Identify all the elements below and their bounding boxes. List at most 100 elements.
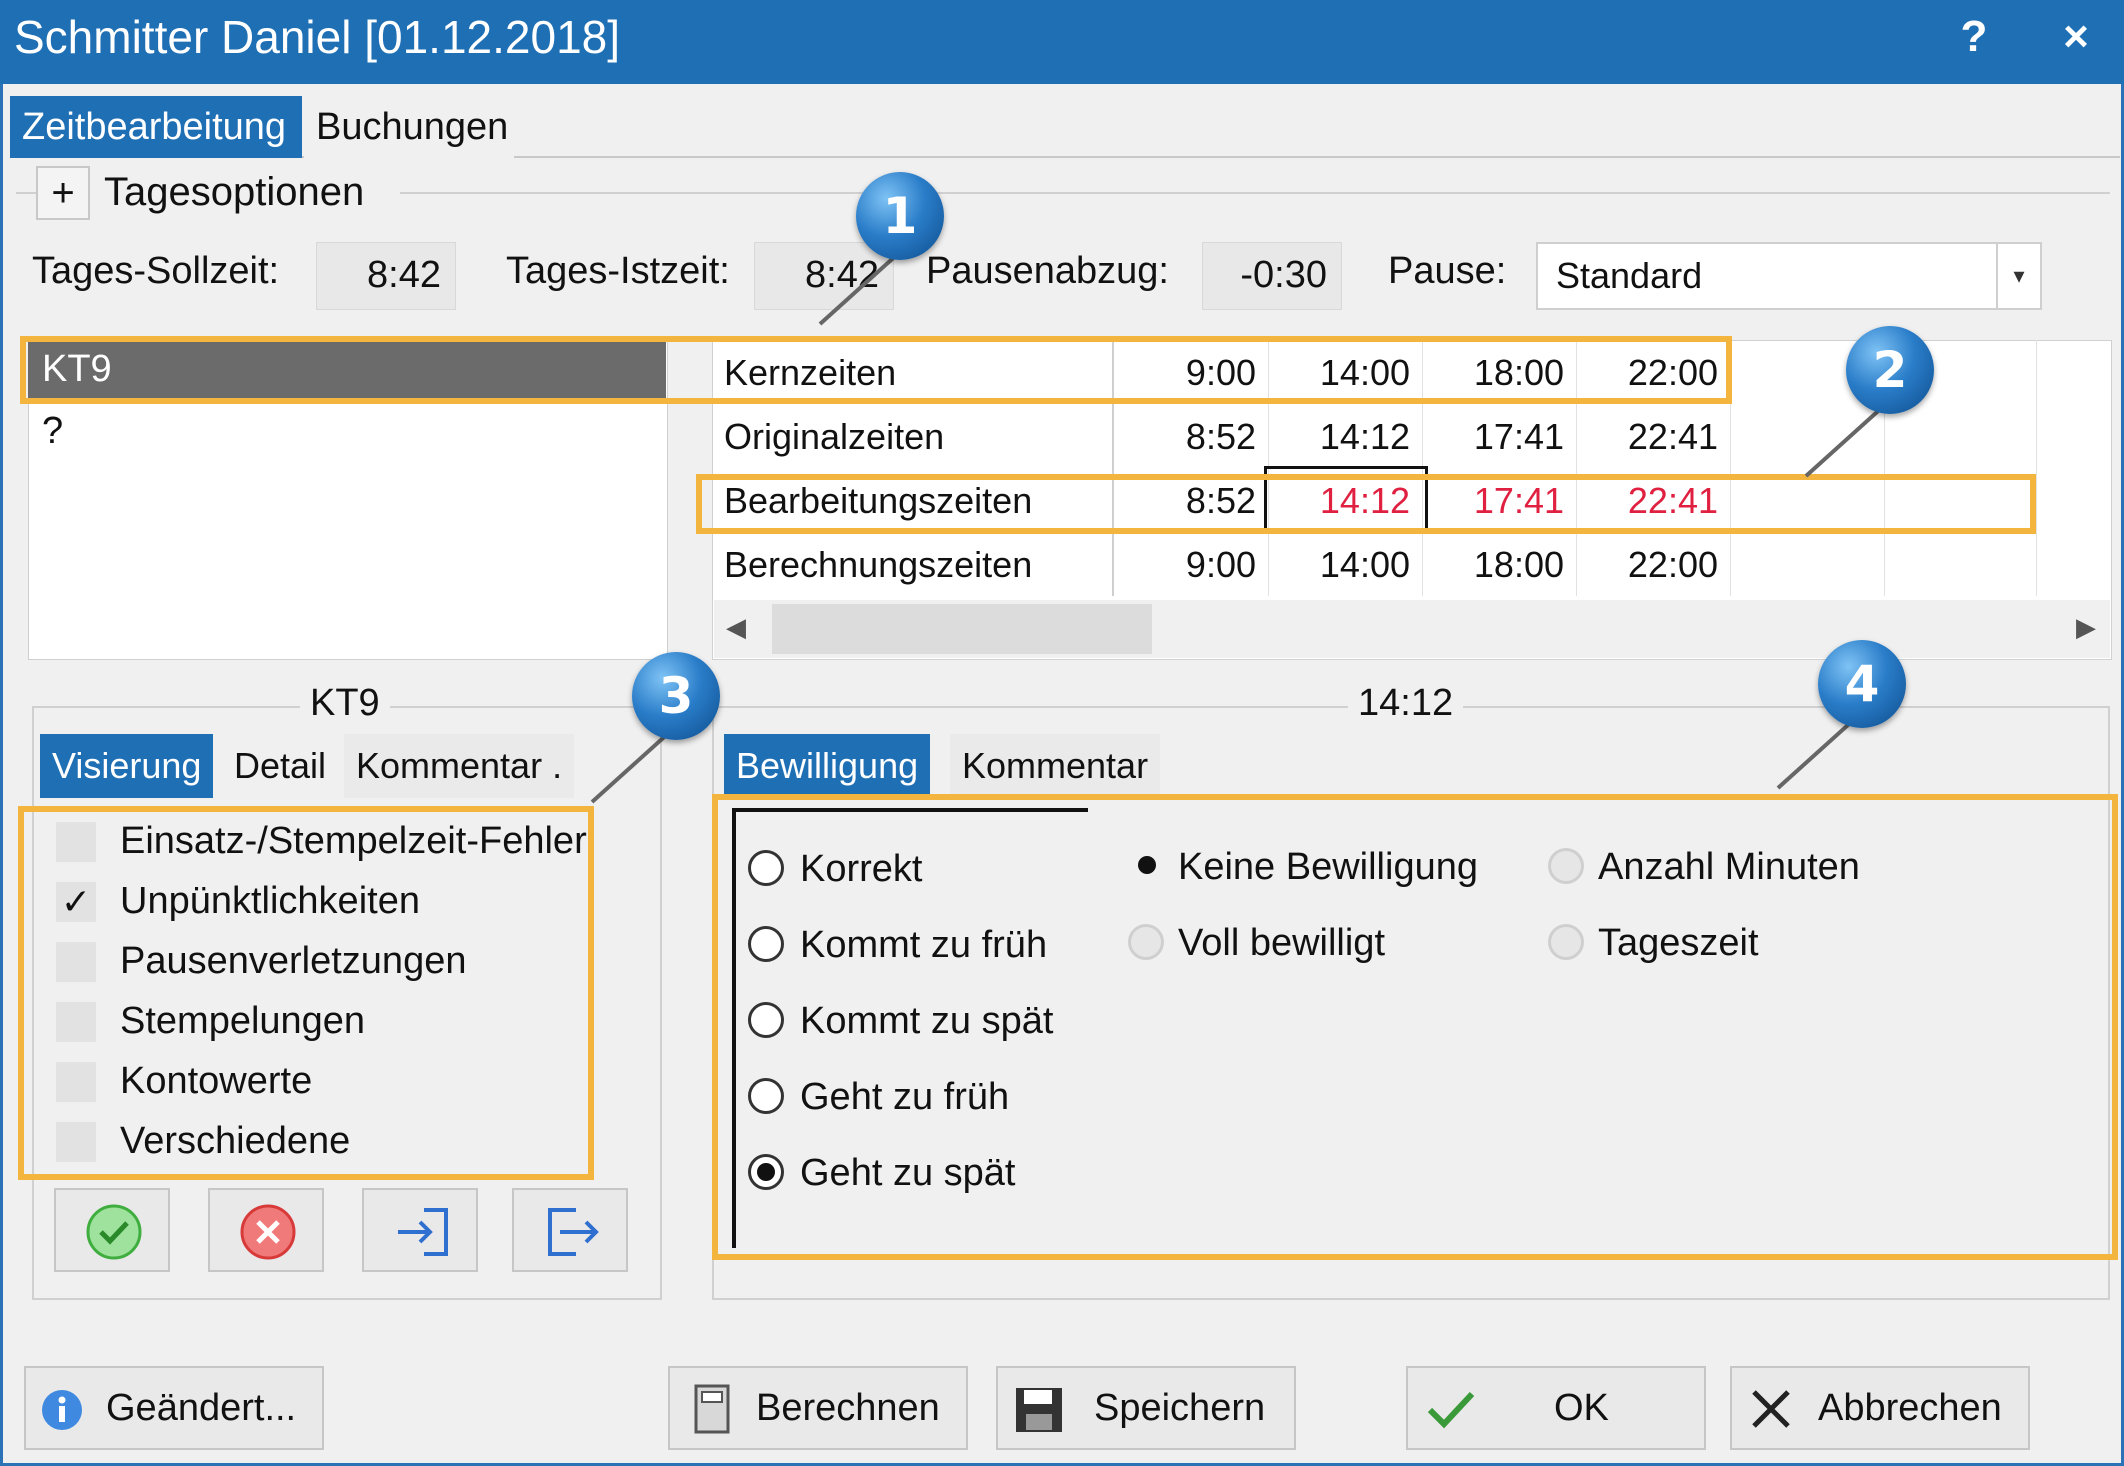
check-circle-icon bbox=[86, 1204, 142, 1260]
accept-button[interactable] bbox=[54, 1188, 170, 1272]
radio-kommt-zu-spaet[interactable] bbox=[748, 1002, 784, 1038]
checkbox-label: Stempelungen bbox=[120, 1000, 366, 1042]
checkbox-verschiedene[interactable] bbox=[56, 1122, 96, 1162]
berechnen-button[interactable]: Berechnen bbox=[668, 1366, 968, 1450]
kt9-group-title: KT9 bbox=[300, 682, 390, 725]
reject-button[interactable] bbox=[208, 1188, 324, 1272]
callout-badge-2: 2 bbox=[1846, 326, 1934, 414]
speichern-label: Speichern bbox=[1094, 1387, 1266, 1429]
radio-selected-dot bbox=[1138, 856, 1156, 874]
expand-toggle-button[interactable]: + bbox=[36, 166, 90, 220]
pause-label: Pause: bbox=[1388, 250, 1507, 292]
radio-geht-zu-frueh[interactable] bbox=[748, 1078, 784, 1114]
abbrechen-button[interactable]: Abbrechen bbox=[1730, 1366, 2030, 1450]
pausenabzug-label: Pausenabzug: bbox=[926, 250, 1169, 292]
checkbox-einsatz[interactable] bbox=[56, 822, 96, 862]
scroll-right-icon[interactable]: ▶ bbox=[2076, 612, 2096, 643]
arrow-into-box-icon bbox=[398, 1208, 448, 1256]
radio-label: Kommt zu spät bbox=[800, 1000, 1054, 1042]
radio-label: Anzahl Minuten bbox=[1598, 846, 1860, 888]
grid-cell[interactable]: 14:00 bbox=[1290, 534, 1410, 596]
tab-buchungen[interactable]: Buchungen bbox=[304, 96, 514, 158]
callout-badge-4: 4 bbox=[1818, 640, 1906, 728]
radio-label: Geht zu spät bbox=[800, 1152, 1016, 1194]
radio-voll-bewilligt[interactable] bbox=[1128, 924, 1164, 960]
checkmark-icon bbox=[1427, 1391, 1475, 1429]
soll-label: Tages-Sollzeit: bbox=[32, 250, 280, 292]
callout-badge-1: 1 bbox=[856, 172, 944, 260]
radio-anzahl-minuten[interactable] bbox=[1548, 848, 1584, 884]
radio-korrekt[interactable] bbox=[748, 850, 784, 886]
cross-icon bbox=[1752, 1390, 1790, 1428]
save-icon bbox=[1016, 1388, 1062, 1432]
soll-field: 8:42 bbox=[316, 242, 456, 310]
ist-label: Tages-Istzeit: bbox=[506, 250, 730, 292]
group-line bbox=[400, 192, 2110, 194]
ok-button[interactable]: OK bbox=[1406, 1366, 1706, 1450]
help-button[interactable]: ? bbox=[1944, 12, 2004, 62]
checkbox-unpuenktlichkeiten[interactable]: ✓ bbox=[56, 882, 96, 922]
radio-label: Voll bewilligt bbox=[1178, 922, 1385, 964]
checkbox-pausenverletzungen[interactable] bbox=[56, 942, 96, 982]
checkbox-label: Einsatz-/Stempelzeit-Fehler bbox=[120, 820, 587, 862]
tab-kommentar-left[interactable]: Kommentar . bbox=[344, 734, 575, 798]
radio-keine-bewilligung[interactable] bbox=[1132, 850, 1168, 886]
grid-cell[interactable]: 22:00 bbox=[1598, 534, 1718, 596]
grid-row-label: Originalzeiten bbox=[724, 416, 945, 457]
radio-kommt-zu-frueh[interactable] bbox=[748, 926, 784, 962]
radio-selected-dot bbox=[757, 1163, 775, 1181]
callout-badge-3: 3 bbox=[632, 652, 720, 740]
grid-cell[interactable]: 18:00 bbox=[1444, 534, 1564, 596]
tab-visierung[interactable]: Visierung bbox=[40, 734, 214, 798]
pause-select[interactable]: Standard ▾ bbox=[1536, 242, 2042, 310]
tagesoptionen-label: Tagesoptionen bbox=[104, 170, 365, 214]
list-item-label: ? bbox=[42, 410, 64, 452]
import-button[interactable] bbox=[362, 1188, 478, 1272]
close-button[interactable]: × bbox=[2046, 12, 2106, 62]
checkbox-kontowerte[interactable] bbox=[56, 1062, 96, 1102]
highlight-frame-1 bbox=[20, 336, 1732, 404]
radio-label: Keine Bewilligung bbox=[1178, 846, 1478, 888]
radio-label: Kommt zu früh bbox=[800, 924, 1048, 966]
export-button[interactable] bbox=[512, 1188, 628, 1272]
radio-label: Korrekt bbox=[800, 848, 923, 890]
grid-cell[interactable]: 17:41 bbox=[1444, 406, 1564, 468]
tab-bewilligung[interactable]: Bewilligung bbox=[724, 734, 931, 798]
radio-label: Tageszeit bbox=[1598, 922, 1759, 964]
tab-zeitbearbeitung[interactable]: Zeitbearbeitung bbox=[10, 96, 302, 158]
pausenabzug-field: -0:30 bbox=[1202, 242, 1342, 310]
scroll-left-icon[interactable]: ◀ bbox=[726, 612, 746, 643]
time-group-title: 14:12 bbox=[1348, 682, 1464, 725]
radio-label: Geht zu früh bbox=[800, 1076, 1010, 1118]
checkbox-label: Verschiedene bbox=[120, 1120, 351, 1162]
pause-select-value: Standard bbox=[1556, 255, 1703, 296]
speichern-button[interactable]: Speichern bbox=[996, 1366, 1296, 1450]
grid-cell[interactable]: 9:00 bbox=[1140, 534, 1256, 596]
grid-row-label: Berechnungszeiten bbox=[724, 544, 1033, 585]
abbrechen-label: Abbrechen bbox=[1818, 1387, 2002, 1429]
arrow-out-of-box-icon bbox=[548, 1208, 599, 1256]
chevron-down-icon[interactable]: ▾ bbox=[1996, 244, 2040, 308]
error-circle-icon bbox=[240, 1204, 296, 1260]
window-title: Schmitter Daniel [01.12.2018] bbox=[14, 11, 621, 63]
checkbox-label: Kontowerte bbox=[120, 1060, 313, 1102]
grid-cell[interactable]: 14:12 bbox=[1290, 406, 1410, 468]
geaendert-label: Geändert... bbox=[106, 1387, 297, 1429]
berechnen-label: Berechnen bbox=[756, 1387, 940, 1429]
grid-divider bbox=[2036, 340, 2037, 596]
highlight-frame-2 bbox=[696, 474, 2036, 534]
checkbox-label: Pausenverletzungen bbox=[120, 940, 467, 982]
grid-cell[interactable]: 22:41 bbox=[1598, 406, 1718, 468]
ok-label: OK bbox=[1554, 1387, 1609, 1429]
scroll-thumb[interactable] bbox=[772, 604, 1152, 654]
info-icon bbox=[42, 1390, 82, 1430]
checkbox-label: Unpünktlichkeiten bbox=[120, 880, 420, 922]
geaendert-button[interactable]: Geändert... bbox=[24, 1366, 324, 1450]
radio-geht-zu-spaet[interactable] bbox=[748, 1154, 784, 1190]
grid-cell[interactable]: 8:52 bbox=[1140, 406, 1256, 468]
calculator-icon bbox=[694, 1384, 730, 1434]
checkbox-stempelungen[interactable] bbox=[56, 1002, 96, 1042]
tab-kommentar-right[interactable]: Kommentar bbox=[950, 734, 1161, 798]
tab-detail[interactable]: Detail bbox=[222, 734, 339, 798]
radio-tageszeit[interactable] bbox=[1548, 924, 1584, 960]
